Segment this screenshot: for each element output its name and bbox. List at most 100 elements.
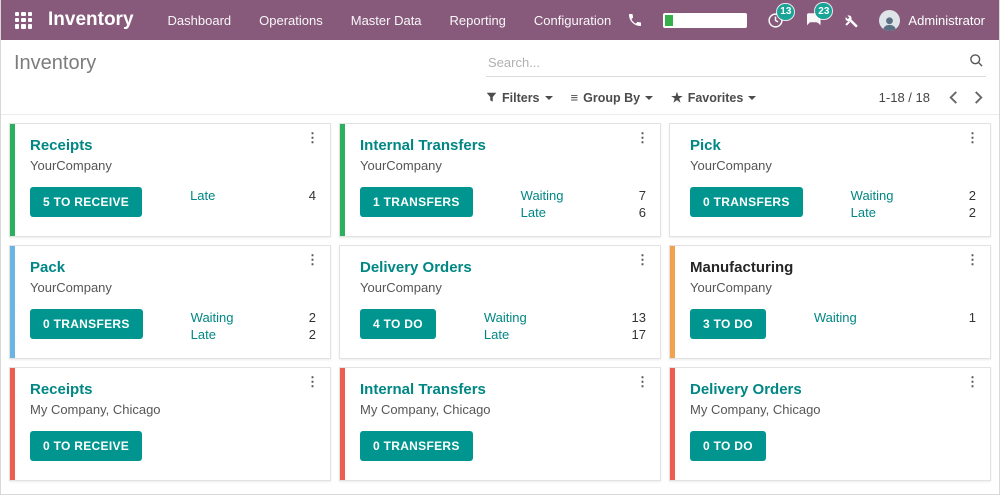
filters-button[interactable]: Filters [486, 91, 553, 105]
card-accent-bar [340, 246, 345, 358]
activities-icon[interactable]: 13 [767, 12, 784, 29]
stat-value[interactable]: 2 [969, 205, 976, 220]
phone-icon[interactable] [627, 12, 643, 28]
menu-item-reporting[interactable]: Reporting [450, 13, 506, 28]
inventory-dashboard: Inventory Dashboard Operations Master Da… [0, 0, 1000, 495]
search-icon[interactable] [969, 53, 984, 73]
menu-item-dashboard[interactable]: Dashboard [168, 13, 232, 28]
card-action-button[interactable]: 5 TO RECEIVE [30, 187, 142, 217]
kebab-menu-icon[interactable]: ⋮ [636, 131, 649, 145]
favorites-label: Favorites [688, 91, 744, 105]
menu-item-master-data[interactable]: Master Data [351, 13, 422, 28]
control-panel: Inventory Filters ≡ Group By [1, 40, 999, 115]
stat-value[interactable]: 2 [309, 310, 316, 325]
card-accent-bar [10, 246, 15, 358]
user-menu[interactable]: Administrator [879, 10, 985, 31]
card-body: 0 TO DO [690, 431, 976, 461]
card-title[interactable]: Receipts [30, 137, 93, 154]
search-box [486, 50, 986, 77]
stat-value[interactable]: 13 [632, 310, 646, 325]
stat-value[interactable]: 4 [309, 188, 316, 203]
stat-label[interactable]: Waiting [191, 310, 234, 325]
card-body: 3 TO DO Waiting 1 [690, 309, 976, 339]
main-menu: Dashboard Operations Master Data Reporti… [168, 13, 612, 28]
card-title[interactable]: Delivery Orders [360, 259, 472, 276]
kebab-menu-icon[interactable]: ⋮ [636, 253, 649, 267]
operation-type-card: Pick YourCompany 0 TRANSFERS Waiting 2 Lat… [669, 123, 991, 237]
card-action-button[interactable]: 3 TO DO [690, 309, 766, 339]
stat-label[interactable]: Late [191, 327, 216, 342]
card-action-button[interactable]: 0 TO RECEIVE [30, 431, 142, 461]
kebab-menu-icon[interactable]: ⋮ [306, 375, 319, 389]
kebab-menu-icon[interactable]: ⋮ [966, 375, 979, 389]
card-stats: Waiting 13 Late 17 [484, 309, 646, 342]
operation-type-card: Delivery Orders My Company, Chicago 0 TO… [669, 367, 991, 481]
menu-item-configuration[interactable]: Configuration [534, 13, 611, 28]
stat-label[interactable]: Late [851, 205, 876, 220]
breadcrumb[interactable]: Inventory [14, 50, 486, 75]
card-action-button[interactable]: 0 TO DO [690, 431, 766, 461]
filter-funnel-icon [486, 92, 497, 103]
stat-row: Waiting 13 [484, 310, 646, 325]
card-action-button[interactable]: 0 TRANSFERS [690, 187, 803, 217]
card-action-button[interactable]: 1 TRANSFERS [360, 187, 473, 217]
stat-label[interactable]: Late [484, 327, 509, 342]
card-stats: Waiting 2 Late 2 [851, 187, 976, 220]
card-title[interactable]: Internal Transfers [360, 137, 486, 154]
kebab-menu-icon[interactable]: ⋮ [636, 375, 649, 389]
card-stats: Late 4 [190, 187, 316, 203]
card-company: My Company, Chicago [360, 402, 646, 417]
group-by-label: Group By [583, 91, 640, 105]
group-by-button[interactable]: ≡ Group By [571, 91, 654, 105]
app-title[interactable]: Inventory [48, 9, 134, 31]
stat-value[interactable]: 1 [969, 310, 976, 325]
timesheet-progress-bar[interactable] [663, 13, 747, 28]
card-action-button[interactable]: 4 TO DO [360, 309, 436, 339]
operation-type-card: Manufacturing YourCompany 3 TO DO Waitin… [669, 245, 991, 359]
stat-value[interactable]: 2 [309, 327, 316, 342]
stat-row: Waiting 7 [521, 188, 646, 203]
filters-label: Filters [502, 91, 540, 105]
messages-icon[interactable]: 23 [804, 11, 822, 29]
kebab-menu-icon[interactable]: ⋮ [306, 253, 319, 267]
menu-item-operations[interactable]: Operations [259, 13, 323, 28]
card-title[interactable]: Pick [690, 137, 721, 154]
user-name: Administrator [908, 13, 985, 28]
card-stats: Waiting 2 Late 2 [191, 309, 316, 342]
stat-value[interactable]: 2 [969, 188, 976, 203]
card-title[interactable]: Internal Transfers [360, 381, 486, 398]
kebab-menu-icon[interactable]: ⋮ [306, 131, 319, 145]
stat-label[interactable]: Waiting [851, 188, 894, 203]
progress-fill [665, 15, 672, 26]
operation-type-card: Internal Transfers My Company, Chicago 0… [339, 367, 661, 481]
apps-menu-icon[interactable] [15, 12, 32, 29]
card-stats [190, 431, 316, 432]
stat-label[interactable]: Late [521, 205, 546, 220]
card-action-button[interactable]: 0 TRANSFERS [30, 309, 143, 339]
card-title[interactable]: Pack [30, 259, 65, 276]
kanban-grid: Receipts YourCompany 5 TO RECEIVE Late 4 … [1, 115, 999, 489]
stat-label[interactable]: Late [190, 188, 215, 203]
card-company: My Company, Chicago [690, 402, 976, 417]
pager-next-icon[interactable] [971, 89, 986, 106]
stat-label[interactable]: Waiting [521, 188, 564, 203]
group-by-icon: ≡ [571, 91, 579, 104]
kebab-menu-icon[interactable]: ⋮ [966, 131, 979, 145]
kebab-menu-icon[interactable]: ⋮ [966, 253, 979, 267]
card-company: YourCompany [690, 158, 976, 173]
favorites-button[interactable]: ★ Favorites [671, 91, 756, 105]
search-input[interactable] [486, 50, 986, 77]
stat-value[interactable]: 7 [639, 188, 646, 203]
card-title[interactable]: Receipts [30, 381, 93, 398]
card-title[interactable]: Manufacturing [690, 259, 793, 276]
stat-label[interactable]: Waiting [814, 310, 857, 325]
pager-previous-icon[interactable] [946, 89, 961, 106]
stat-label[interactable]: Waiting [484, 310, 527, 325]
stat-value[interactable]: 17 [632, 327, 646, 342]
stat-value[interactable]: 6 [639, 205, 646, 220]
pager-range: 1-18 / 18 [879, 90, 930, 105]
tools-icon[interactable] [842, 12, 859, 29]
top-navbar: Inventory Dashboard Operations Master Da… [1, 0, 999, 40]
card-title[interactable]: Delivery Orders [690, 381, 802, 398]
card-action-button[interactable]: 0 TRANSFERS [360, 431, 473, 461]
